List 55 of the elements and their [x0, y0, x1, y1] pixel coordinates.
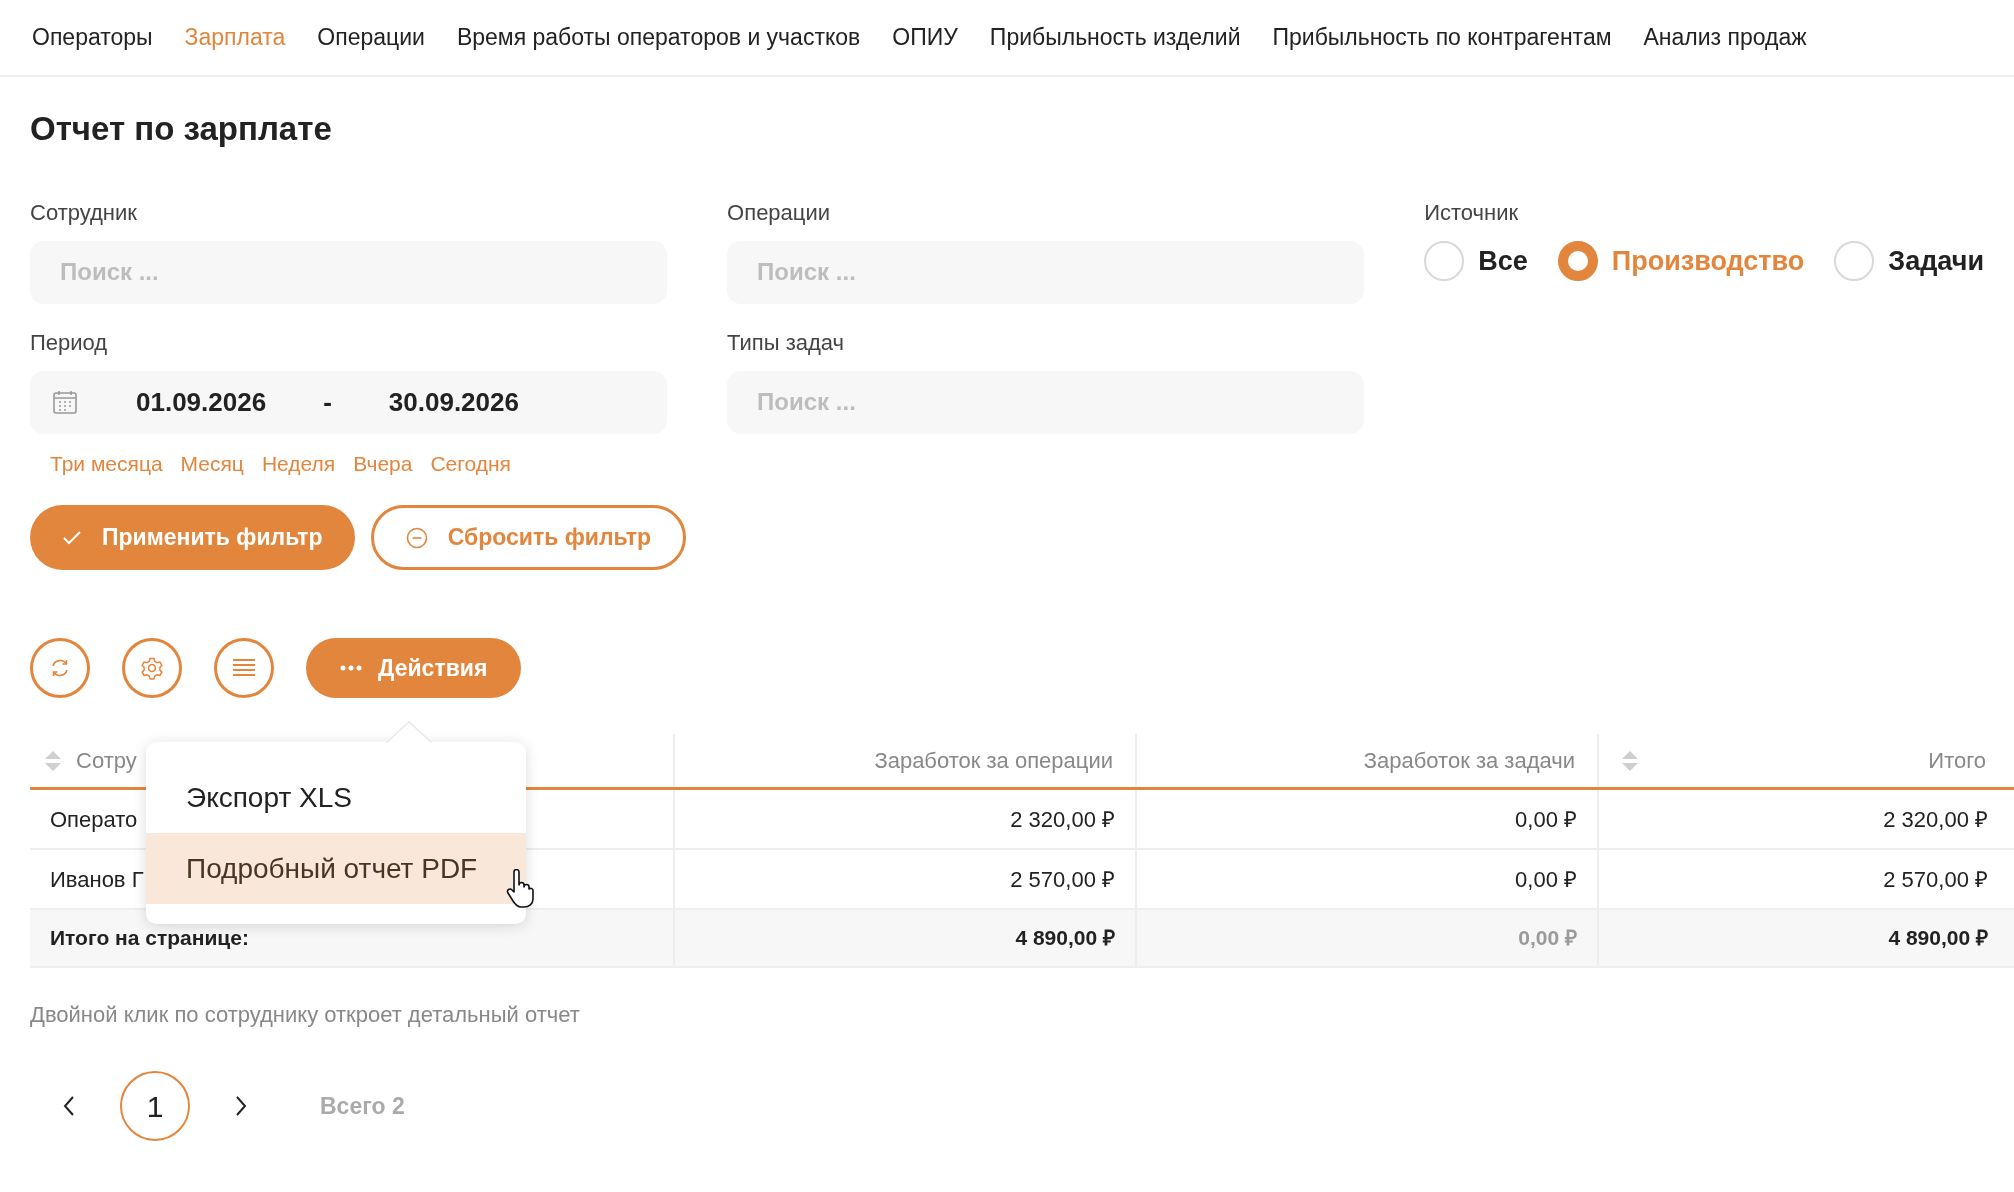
- check-icon: [62, 529, 82, 546]
- nav-tab[interactable]: Прибыльность изделий: [989, 20, 1241, 55]
- table-cell-text: 2 570,00 ₽: [1010, 865, 1115, 894]
- previous-page-icon[interactable]: [62, 1095, 76, 1117]
- sort-icon[interactable]: [1621, 748, 1639, 773]
- total-cell-text: Итого на странице:: [50, 925, 249, 952]
- table-cell-text: Иванов Г: [50, 865, 144, 894]
- minus-circle-icon: [405, 526, 428, 549]
- nav-tab[interactable]: ОПИУ: [892, 20, 958, 55]
- column-header[interactable]: Заработок за операции: [675, 734, 1137, 787]
- field-label: Сотрудник: [30, 198, 138, 227]
- settings-button[interactable]: [122, 638, 182, 698]
- table-cell-text: 0,00 ₽: [1515, 865, 1577, 894]
- field-label: Операции: [727, 198, 832, 227]
- refresh-button[interactable]: [30, 638, 90, 698]
- page-title: Отчет по зарплате: [30, 109, 333, 149]
- refresh-icon: [49, 657, 71, 679]
- next-page-icon[interactable]: [234, 1095, 248, 1117]
- calendar-icon: [52, 389, 78, 415]
- list-icon: [232, 658, 256, 678]
- nav-tab[interactable]: Прибыльность по контрагентам: [1272, 20, 1612, 55]
- table-cell-text: 2 570,00 ₽: [1883, 865, 1988, 894]
- menu-item[interactable]: Экспорт XLS: [146, 762, 526, 833]
- date-separator: -: [323, 385, 332, 419]
- date-from: 01.09.2026: [136, 385, 267, 419]
- table-cell-text: 2 320,00 ₽: [1883, 805, 1988, 834]
- radio-option[interactable]: Все: [1424, 240, 1528, 281]
- total-cell-text: 4 890,00 ₽: [1015, 925, 1115, 952]
- column-header[interactable]: Заработок за задачи: [1137, 734, 1599, 787]
- total-cell-text: 4 890,00 ₽: [1888, 925, 1988, 952]
- hint-text: Двойной клик по сотруднику откроет детальный отчет: [30, 1001, 581, 1029]
- date-range-field[interactable]: 01.09.2026 - 30.09.2026: [30, 370, 668, 434]
- total-cell-text: 0,00 ₽: [1518, 925, 1577, 952]
- page-button[interactable]: 1: [120, 1071, 190, 1141]
- field-label: Источник: [1424, 198, 1520, 227]
- table-cell-text: 0,00 ₽: [1515, 805, 1577, 834]
- columns-button[interactable]: [214, 638, 274, 698]
- sort-icon[interactable]: [44, 748, 62, 773]
- settings-icon: [140, 656, 164, 680]
- table-cell-text: Операто: [50, 805, 138, 834]
- total-count: Всего 2: [320, 1091, 405, 1121]
- search-field[interactable]: Поиск ...: [727, 240, 1365, 304]
- field-label: Типы задач: [727, 328, 846, 357]
- field-label: Период: [30, 328, 109, 357]
- table-cell-text: 2 320,00 ₽: [1010, 805, 1115, 834]
- radio-option[interactable]: Задачи: [1834, 240, 1984, 281]
- column-header[interactable]: Итого: [1599, 734, 2008, 787]
- more-icon: [340, 665, 362, 671]
- nav-tab[interactable]: Анализ продаж: [1643, 20, 1807, 55]
- date-to: 30.09.2026: [388, 385, 519, 419]
- nav-tab[interactable]: Операторы: [32, 20, 153, 55]
- nav-tab[interactable]: Операции: [317, 20, 425, 55]
- search-field[interactable]: Поиск ...: [727, 370, 1365, 434]
- search-field[interactable]: Поиск ...: [30, 240, 668, 304]
- nav-tab[interactable]: Время работы операторов и участков: [456, 20, 861, 55]
